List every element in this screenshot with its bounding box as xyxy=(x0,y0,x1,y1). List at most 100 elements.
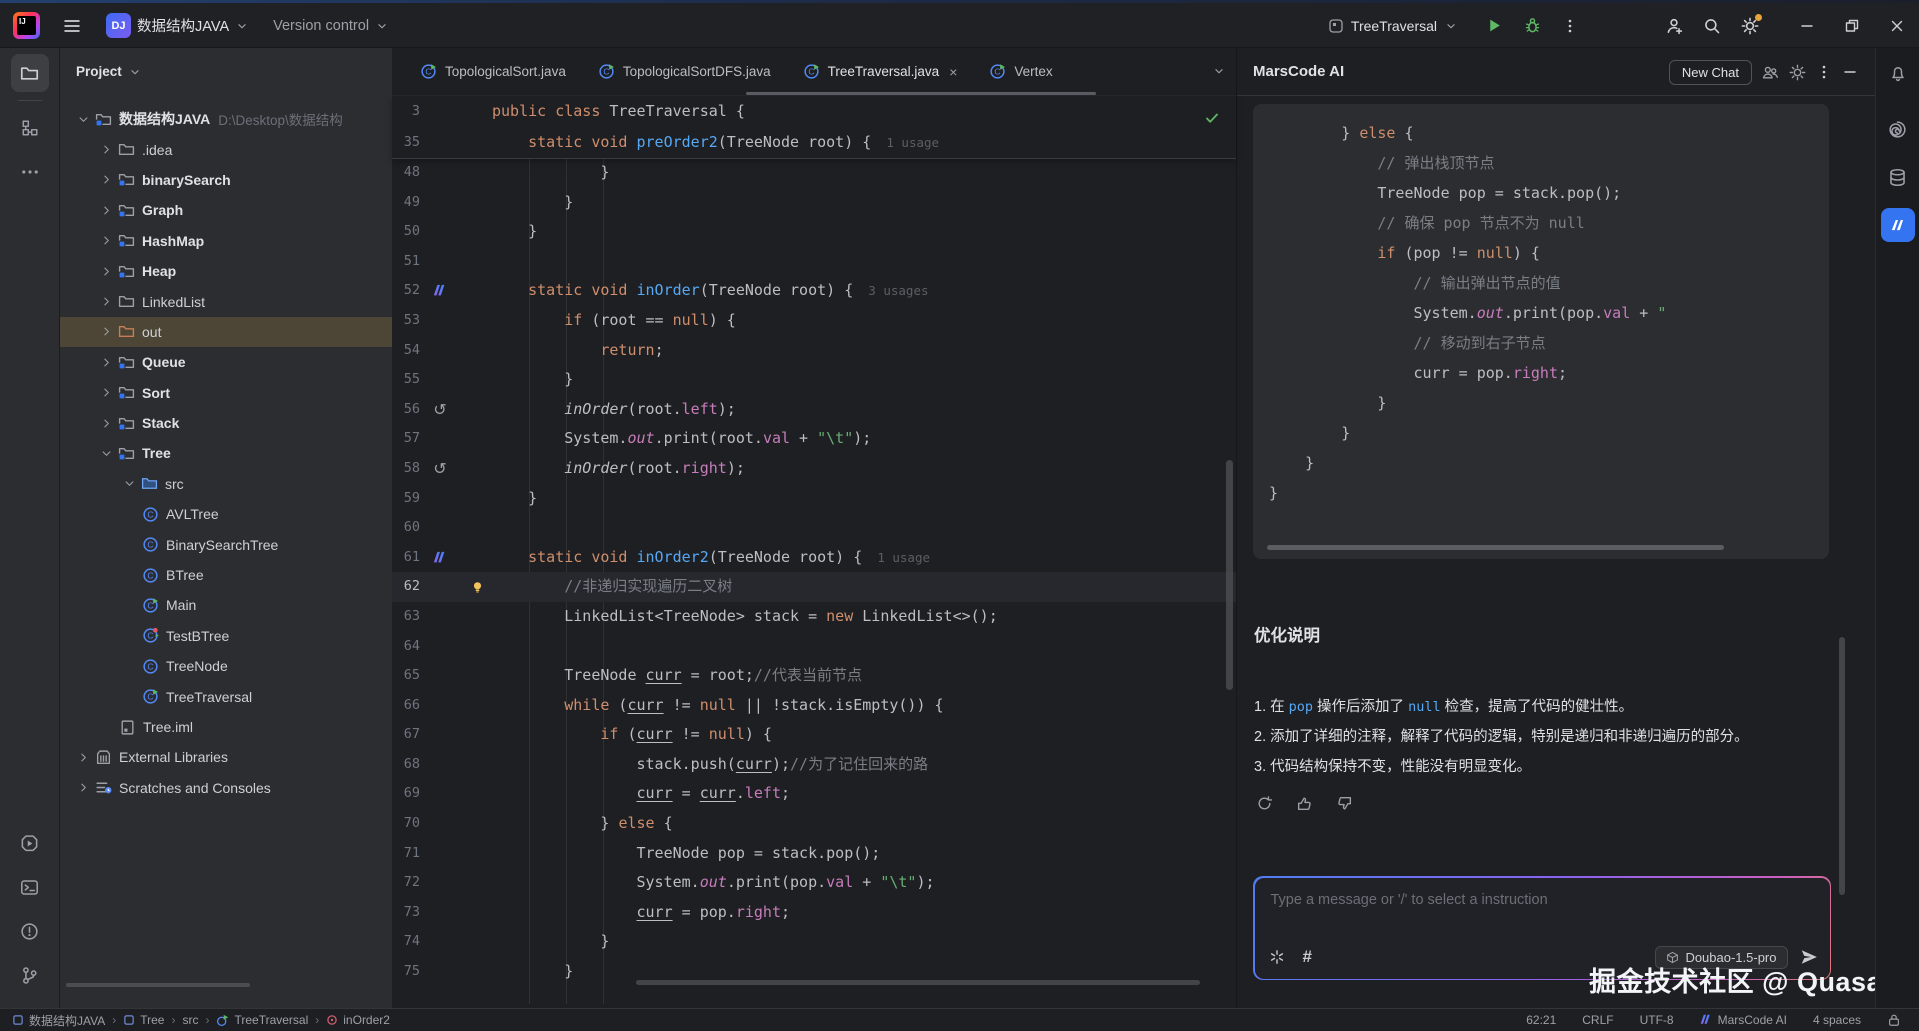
code-line[interactable]: } else { xyxy=(1269,118,1829,148)
editor-vertical-scrollbar[interactable] xyxy=(1226,460,1233,690)
more-icon[interactable] xyxy=(11,153,49,191)
tab-topologicalsortdfs-java[interactable]: CTopologicalSortDFS.java xyxy=(582,48,787,95)
tree-item-hashmap[interactable]: HashMap xyxy=(60,226,392,256)
code-viewport[interactable]: 48 }49 }50 }5152 static void inOrder(Tre… xyxy=(392,158,1236,1004)
chevron-right-icon[interactable] xyxy=(95,234,117,247)
project-widget[interactable]: DJ 数据结构JAVA xyxy=(106,13,249,38)
breadcrumb-item[interactable]: 数据结构JAVA xyxy=(12,1012,105,1029)
structure-icon[interactable] xyxy=(11,109,49,147)
code-line[interactable]: 70 } else { xyxy=(392,809,1236,839)
chevron-right-icon[interactable] xyxy=(95,386,117,399)
tree-item-testbtree[interactable]: CTestBTree xyxy=(60,621,392,651)
code-line[interactable]: 74 } xyxy=(392,927,1236,957)
breadcrumb-item[interactable]: inOrder2 xyxy=(326,1013,390,1027)
database-icon[interactable] xyxy=(1881,160,1915,194)
code-line[interactable]: 55 } xyxy=(392,365,1236,395)
chevron-down-icon[interactable] xyxy=(118,477,140,490)
code-line[interactable]: 68 stack.push(curr);//为了记住回来的路 xyxy=(392,750,1236,780)
chevron-right-icon[interactable] xyxy=(95,325,117,338)
code-line[interactable]: 35 static void preOrder2(TreeNode root) … xyxy=(392,127,1236,158)
tree-item-tree[interactable]: Tree xyxy=(60,438,392,468)
breadcrumb-item[interactable]: TreeTraversal xyxy=(216,1013,308,1027)
tree-item-stack[interactable]: Stack xyxy=(60,408,392,438)
marscode-gutter-icon[interactable] xyxy=(430,543,450,573)
settings-gear-icon[interactable] xyxy=(1734,10,1766,42)
window-restore-button[interactable] xyxy=(1829,3,1874,48)
regenerate-icon[interactable] xyxy=(1251,790,1277,816)
status-4-spaces[interactable]: 4 spaces xyxy=(1813,1013,1861,1027)
code-line[interactable]: 51 xyxy=(392,247,1236,277)
status-marscode-ai[interactable]: MarsCode AI xyxy=(1700,1013,1787,1027)
ai-assistant-coil-icon[interactable] xyxy=(1881,112,1915,146)
tree-item-treenode[interactable]: CTreeNode xyxy=(60,651,392,681)
code-line[interactable]: // 移动到右子节点 xyxy=(1269,328,1829,358)
chevron-right-icon[interactable] xyxy=(95,265,117,278)
tree-item-binarysearchtree[interactable]: CBinarySearchTree xyxy=(60,529,392,559)
code-line[interactable]: 53 if (root == null) { xyxy=(392,306,1236,336)
run-configuration[interactable]: TreeTraversal xyxy=(1328,18,1458,34)
terminal-icon[interactable] xyxy=(11,868,49,906)
search-everywhere-icon[interactable] xyxy=(1696,10,1728,42)
status-crlf[interactable]: CRLF xyxy=(1582,1013,1613,1027)
chevron-down-icon[interactable] xyxy=(95,447,117,460)
debug-button[interactable] xyxy=(1516,10,1548,42)
chevron-right-icon[interactable] xyxy=(95,204,117,217)
code-line[interactable]: // 弹出栈顶节点 xyxy=(1269,148,1829,178)
chevron-right-icon[interactable] xyxy=(95,417,117,430)
thumb-down-icon[interactable] xyxy=(1331,790,1357,816)
tree-item-scratches-and-consoles[interactable]: Scratches and Consoles xyxy=(60,773,392,803)
tree-item-src[interactable]: src xyxy=(60,469,392,499)
tab-close-icon[interactable]: × xyxy=(949,64,957,80)
code-line[interactable]: 64 xyxy=(392,632,1236,662)
tree-item-out[interactable]: out xyxy=(60,317,392,347)
code-line[interactable]: 58↺ inOrder(root.right); xyxy=(392,454,1236,484)
notifications-bell-icon[interactable] xyxy=(1881,56,1915,90)
code-line[interactable]: 69 curr = curr.left; xyxy=(392,779,1236,809)
editor-horizontal-scrollbar[interactable] xyxy=(636,980,1200,985)
project-folder-icon[interactable] xyxy=(11,54,49,92)
code-line[interactable]: 54 return; xyxy=(392,336,1236,366)
code-line[interactable]: 50 } xyxy=(392,217,1236,247)
version-control-widget[interactable]: Version control xyxy=(273,18,389,34)
tree-item-queue[interactable]: Queue xyxy=(60,347,392,377)
tree-item-binarysearch[interactable]: binarySearch xyxy=(60,165,392,195)
more-actions-kebab-icon[interactable] xyxy=(1554,10,1586,42)
run-widget-icon[interactable] xyxy=(11,824,49,862)
tree-item--java[interactable]: 数据结构JAVAD:\Desktop\数据结构 xyxy=(60,104,392,134)
code-line[interactable]: 62 //非递归实现遍历二叉树 xyxy=(392,572,1236,602)
code-line[interactable]: 73 curr = pop.right; xyxy=(392,898,1236,928)
tab-topologicalsort-java[interactable]: CTopologicalSort.java xyxy=(404,48,582,95)
people-icon[interactable] xyxy=(1762,64,1779,81)
thumb-up-icon[interactable] xyxy=(1291,790,1317,816)
code-line[interactable]: System.out.print(pop.val + " xyxy=(1269,298,1829,328)
code-line[interactable]: // 输出弹出节点的值 xyxy=(1269,268,1829,298)
main-menu-hamburger-icon[interactable] xyxy=(62,16,82,36)
code-line[interactable]: 48 } xyxy=(392,158,1236,188)
code-line[interactable]: TreeNode pop = stack.pop(); xyxy=(1269,178,1829,208)
code-line[interactable]: 71 TreeNode pop = stack.pop(); xyxy=(392,839,1236,869)
tree-item-graph[interactable]: Graph xyxy=(60,195,392,225)
code-line[interactable]: 66 while (curr != null || !stack.isEmpty… xyxy=(392,691,1236,721)
code-line[interactable]: } xyxy=(1269,478,1829,508)
project-panel-title[interactable]: Project xyxy=(76,64,122,79)
tree-item-.idea[interactable]: .idea xyxy=(60,134,392,164)
chevron-right-icon[interactable] xyxy=(72,781,94,794)
tree-item-main[interactable]: CMain xyxy=(60,590,392,620)
code-line[interactable]: // 确保 pop 节点不为 null xyxy=(1269,208,1829,238)
code-line[interactable]: 49 } xyxy=(392,188,1236,218)
tree-item-treetraversal[interactable]: CTreeTraversal xyxy=(60,681,392,711)
code-line[interactable]: 59 } xyxy=(392,484,1236,514)
ai-minimize-icon[interactable] xyxy=(1842,64,1858,80)
code-line[interactable]: } xyxy=(1269,448,1829,478)
breadcrumb-item[interactable]: Tree xyxy=(123,1013,164,1027)
code-line[interactable]: 65 TreeNode curr = root;//代表当前节点 xyxy=(392,661,1236,691)
project-horizontal-scrollbar[interactable] xyxy=(66,983,250,987)
intention-bulb-icon[interactable] xyxy=(468,572,486,602)
marscode-icon[interactable] xyxy=(1881,208,1915,242)
marscode-gutter-icon[interactable] xyxy=(430,276,450,306)
code-line[interactable]: } xyxy=(1269,418,1829,448)
status-62-21[interactable]: 62:21 xyxy=(1526,1013,1556,1027)
inspection-ok-check-icon[interactable] xyxy=(1204,110,1220,126)
tree-item-external-libraries[interactable]: External Libraries xyxy=(60,742,392,772)
window-minimize-button[interactable] xyxy=(1784,3,1829,48)
